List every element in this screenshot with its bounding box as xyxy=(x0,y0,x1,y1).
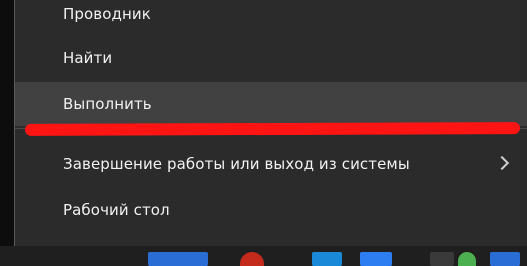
menu-item-desktop[interactable]: Рабочий стол xyxy=(15,188,527,232)
taskbar-app-icon[interactable] xyxy=(240,252,264,266)
menu-item-shutdown-signout[interactable]: Завершение работы или выход из системы xyxy=(15,142,527,186)
annotation-red-underline xyxy=(24,122,521,136)
taskbar-app-icon[interactable] xyxy=(148,252,208,266)
taskbar xyxy=(0,246,527,266)
menu-item-label: Завершение работы или выход из системы xyxy=(63,155,410,173)
screenshot-stage: Проводник Найти Выполнить Завершение раб… xyxy=(0,0,527,266)
taskbar-app-icon[interactable] xyxy=(360,252,392,266)
menu-item-explorer[interactable]: Проводник xyxy=(15,0,527,36)
taskbar-app-icon[interactable] xyxy=(458,252,476,266)
window-edge xyxy=(0,0,14,266)
menu-item-label: Выполнить xyxy=(63,95,152,113)
taskbar-app-icon[interactable] xyxy=(490,252,520,266)
menu-item-run[interactable]: Выполнить xyxy=(15,82,527,126)
menu-item-label: Проводник xyxy=(63,5,151,23)
menu-item-search[interactable]: Найти xyxy=(15,36,527,80)
taskbar-app-icon[interactable] xyxy=(430,252,454,266)
chevron-right-icon xyxy=(494,155,510,171)
menu-item-label: Найти xyxy=(63,49,113,67)
taskbar-app-icon[interactable] xyxy=(312,252,342,266)
menu-item-label: Рабочий стол xyxy=(63,201,170,219)
